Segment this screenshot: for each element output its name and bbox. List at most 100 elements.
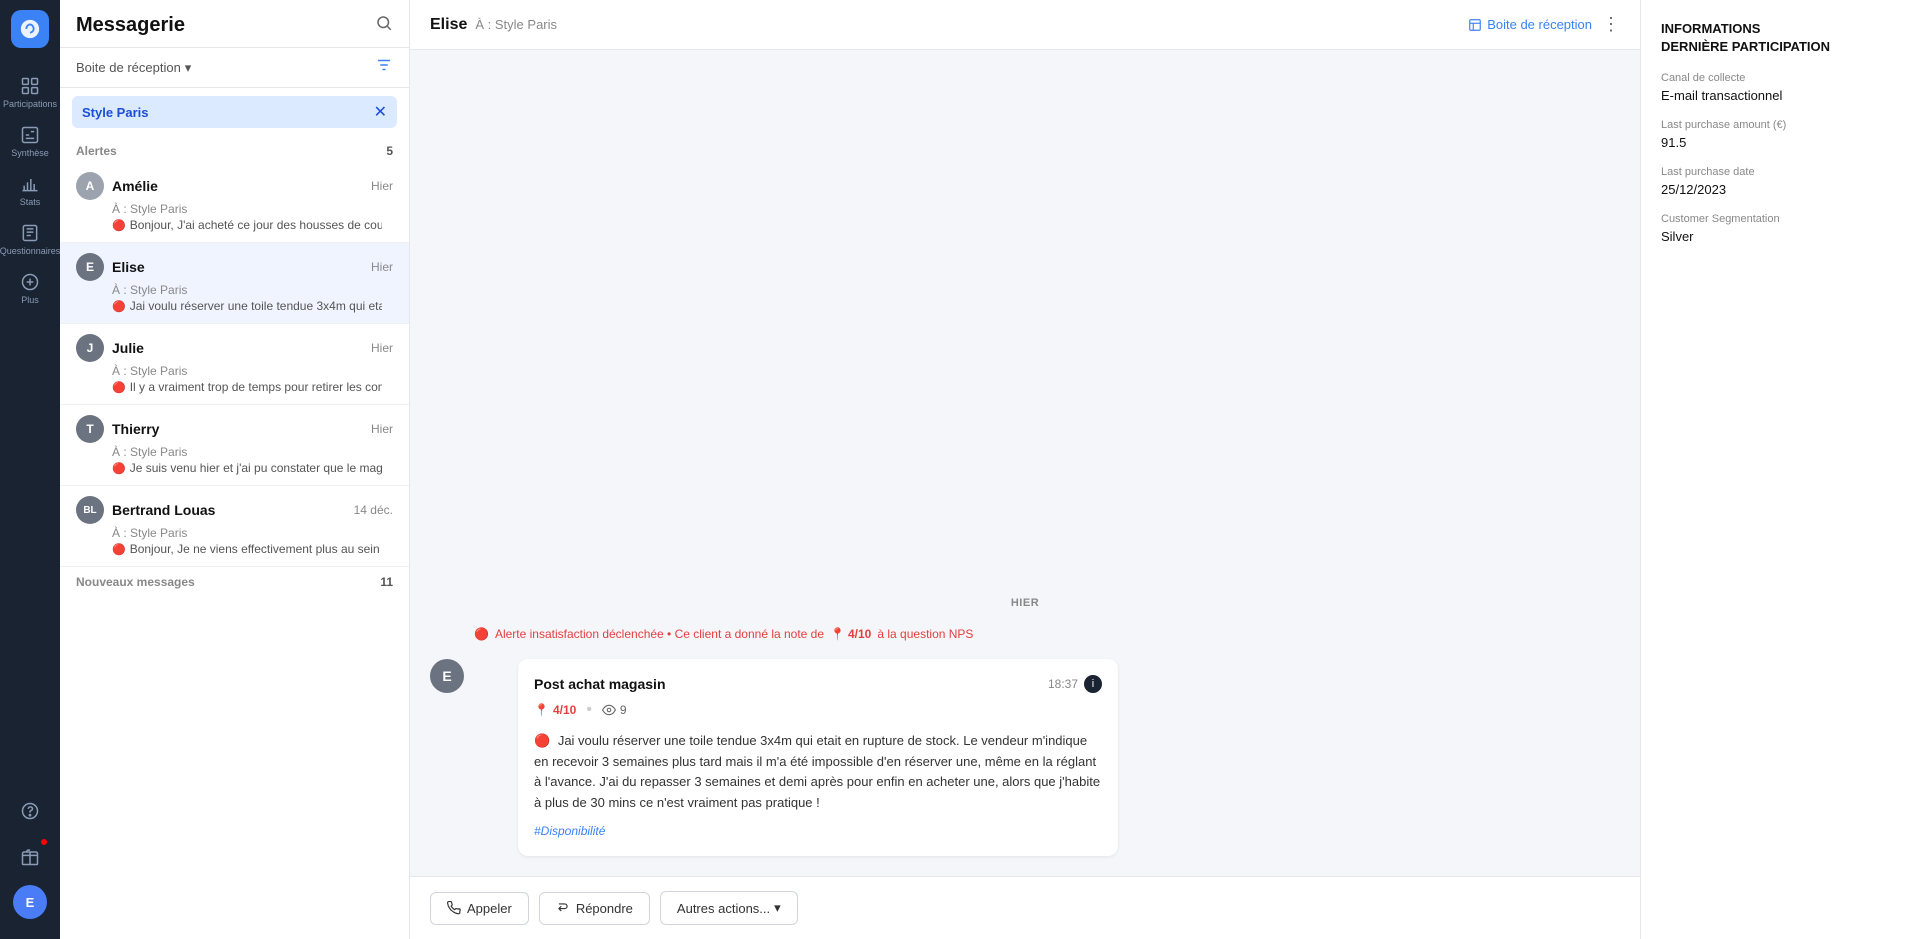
stop-icon: 🔴 <box>534 733 550 748</box>
amelie-preview: 🔴 Bonjour, J'ai acheté ce jour des houss… <box>112 218 382 232</box>
julie-date: Hier <box>371 341 393 355</box>
gift-badge <box>39 837 49 847</box>
card-score: 📍 4/10 <box>534 703 576 717</box>
elise-date: Hier <box>371 260 393 274</box>
julie-preview: 🔴 Il y a vraiment trop de temps pour ret… <box>112 380 382 394</box>
bertrand-preview: 🔴 Bonjour, Je ne viens effectivement plu… <box>112 542 382 556</box>
left-navigation: Participations Synthèse Stats Questionna… <box>0 0 60 939</box>
nav-synthese-label: Synthèse <box>11 148 49 158</box>
amelie-to: À : Style Paris <box>112 202 393 216</box>
message-item-julie[interactable]: J Julie Hier À : Style Paris 🔴 Il y a vr… <box>60 324 409 405</box>
segmentation-field: Customer Segmentation Silver <box>1661 213 1900 244</box>
user-avatar[interactable]: E <box>13 885 47 919</box>
nav-stats[interactable]: Stats <box>0 166 60 215</box>
conversation-body: HIER 🔴 Alerte insatisfaction déclenchée … <box>410 50 1640 876</box>
chevron-down-icon: ▾ <box>774 900 781 916</box>
julie-to: À : Style Paris <box>112 364 393 378</box>
filter-row: Boite de réception ▾ <box>60 48 409 88</box>
active-filter-tag: Style Paris ✕ <box>72 96 397 128</box>
nav-questionnaires-label: Questionnaires <box>0 246 60 256</box>
bertrand-to: À : Style Paris <box>112 526 393 540</box>
card-tag: #Disponibilité <box>534 824 605 838</box>
sidebar-title: Messagerie <box>76 14 185 37</box>
thierry-avatar: T <box>76 415 104 443</box>
alertes-section-header: Alertes 5 <box>60 136 409 162</box>
date-divider: HIER <box>430 593 1620 611</box>
date-label: Last purchase date <box>1661 166 1900 178</box>
canal-value: E-mail transactionnel <box>1661 88 1900 103</box>
more-options-icon[interactable]: ⋮ <box>1602 14 1620 35</box>
nav-help[interactable] <box>13 793 47 829</box>
sidebar: Messagerie Boite de réception ▾ Style Pa… <box>60 0 410 939</box>
app-logo <box>11 10 49 48</box>
thierry-preview: 🔴 Je suis venu hier et j'ai pu constater… <box>112 461 382 475</box>
bertrand-date: 14 déc. <box>354 503 393 517</box>
nav-gift[interactable] <box>13 839 47 875</box>
info-icon[interactable]: i <box>1084 675 1102 693</box>
nouveaux-section-header: Nouveaux messages 11 <box>60 567 409 593</box>
call-button[interactable]: Appeler <box>430 892 529 925</box>
segmentation-label: Customer Segmentation <box>1661 213 1900 225</box>
thierry-to: À : Style Paris <box>112 445 393 459</box>
message-item-elise[interactable]: E Elise Hier À : Style Paris 🔴 Jai voulu… <box>60 243 409 324</box>
reply-button[interactable]: Répondre <box>539 892 650 925</box>
message-item-amelie[interactable]: A Amélie Hier À : Style Paris 🔴 Bonjour,… <box>60 162 409 243</box>
card-title: Post achat magasin <box>534 676 666 692</box>
message-item-thierry[interactable]: T Thierry Hier À : Style Paris 🔴 Je suis… <box>60 405 409 486</box>
card-views: 9 <box>602 703 627 717</box>
right-panel: INFORMATIONS DERNIÈRE PARTICIPATION Cana… <box>1640 0 1920 939</box>
right-panel-title: INFORMATIONS DERNIÈRE PARTICIPATION <box>1661 20 1900 56</box>
nav-plus-label: Plus <box>21 295 39 305</box>
chevron-down-icon: ▾ <box>185 60 192 76</box>
alert-text: Alerte insatisfaction déclenchée • Ce cl… <box>495 627 824 641</box>
alert-icon-julie: 🔴 <box>112 381 126 394</box>
message-card: Post achat magasin 18:37 i 📍 4/10 • <box>518 659 1118 856</box>
main-content: Elise À : Style Paris Boite de réception… <box>410 0 1640 939</box>
date-value: 25/12/2023 <box>1661 182 1900 197</box>
nav-synthese[interactable]: Synthèse <box>0 117 60 166</box>
alert-icon-elise: 🔴 <box>112 300 126 313</box>
amount-field: Last purchase amount (€) 91.5 <box>1661 119 1900 150</box>
alert-suffix: à la question NPS <box>877 627 973 641</box>
alert-icon: 🔴 <box>112 219 126 232</box>
bertrand-avatar: BL <box>76 496 104 524</box>
active-filter-label: Style Paris <box>82 105 149 120</box>
card-time: 18:37 <box>1048 677 1078 691</box>
alert-icon-thierry: 🔴 <box>112 462 126 475</box>
other-actions-button[interactable]: Autres actions... ▾ <box>660 891 798 925</box>
alertes-count: 5 <box>386 144 393 158</box>
message-item-bertrand[interactable]: BL Bertrand Louas 14 déc. À : Style Pari… <box>60 486 409 567</box>
conversation-header: Elise À : Style Paris Boite de réception… <box>410 0 1640 50</box>
card-body: 🔴 Jai voulu réserver une toile tendue 3x… <box>534 731 1102 814</box>
elise-to: À : Style Paris <box>112 283 393 297</box>
alert-score: 4/10 <box>848 627 871 641</box>
amount-value: 91.5 <box>1661 135 1900 150</box>
clear-filter-button[interactable]: ✕ <box>374 102 387 122</box>
conversation-from: Elise <box>430 16 467 34</box>
inbox-button[interactable]: Boite de réception <box>1468 17 1592 32</box>
filter-icon[interactable] <box>375 56 393 79</box>
nav-participations[interactable]: Participations <box>0 68 60 117</box>
elise-avatar: E <box>76 253 104 281</box>
search-icon[interactable] <box>375 14 393 37</box>
julie-avatar: J <box>76 334 104 362</box>
alert-banner: 🔴 Alerte insatisfaction déclenchée • Ce … <box>474 627 973 641</box>
conversation-to-label: À : Style Paris <box>475 17 557 32</box>
elise-preview: 🔴 Jai voulu réserver une toile tendue 3x… <box>112 299 382 313</box>
nouveaux-count: 11 <box>380 575 393 589</box>
score-pin-icon: 📍 <box>534 703 549 717</box>
nav-plus[interactable]: Plus <box>0 264 60 313</box>
sidebar-header: Messagerie <box>60 0 409 48</box>
date-field: Last purchase date 25/12/2023 <box>1661 166 1900 197</box>
amelie-avatar: A <box>76 172 104 200</box>
conversation-footer: Appeler Répondre Autres actions... ▾ <box>410 876 1640 939</box>
thierry-date: Hier <box>371 422 393 436</box>
canal-field: Canal de collecte E-mail transactionnel <box>1661 72 1900 103</box>
inbox-selector[interactable]: Boite de réception ▾ <box>76 60 191 76</box>
alert-icon-bertrand: 🔴 <box>112 543 126 556</box>
nav-participations-label: Participations <box>3 99 57 109</box>
canal-label: Canal de collecte <box>1661 72 1900 84</box>
alert-score-icon: 📍 <box>830 627 845 641</box>
nav-stats-label: Stats <box>20 197 41 207</box>
nav-questionnaires[interactable]: Questionnaires <box>0 215 60 264</box>
